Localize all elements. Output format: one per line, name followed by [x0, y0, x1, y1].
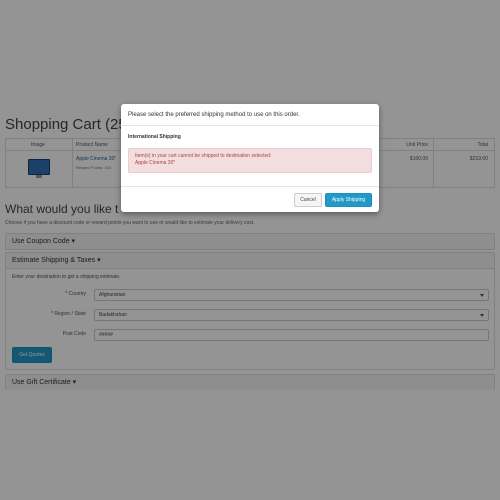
cancel-button[interactable]: Cancel — [294, 193, 322, 207]
apply-shipping-button[interactable]: Apply Shipping — [325, 193, 372, 207]
alert-product: Apple Cinema 30" — [135, 160, 176, 166]
shipping-section-heading: International Shipping — [128, 134, 181, 140]
shipping-modal: Please select the preferred shipping met… — [121, 104, 379, 212]
alert-message: Item(s) in your cart cannot be shipped t… — [135, 153, 272, 159]
modal-title: Please select the preferred shipping met… — [121, 104, 379, 126]
modal-backdrop[interactable] — [0, 0, 500, 500]
modal-footer: Cancel Apply Shipping — [121, 186, 379, 213]
shipping-error-alert: Item(s) in your cart cannot be shipped t… — [128, 148, 372, 173]
modal-body: International Shipping Item(s) in your c… — [121, 126, 379, 186]
